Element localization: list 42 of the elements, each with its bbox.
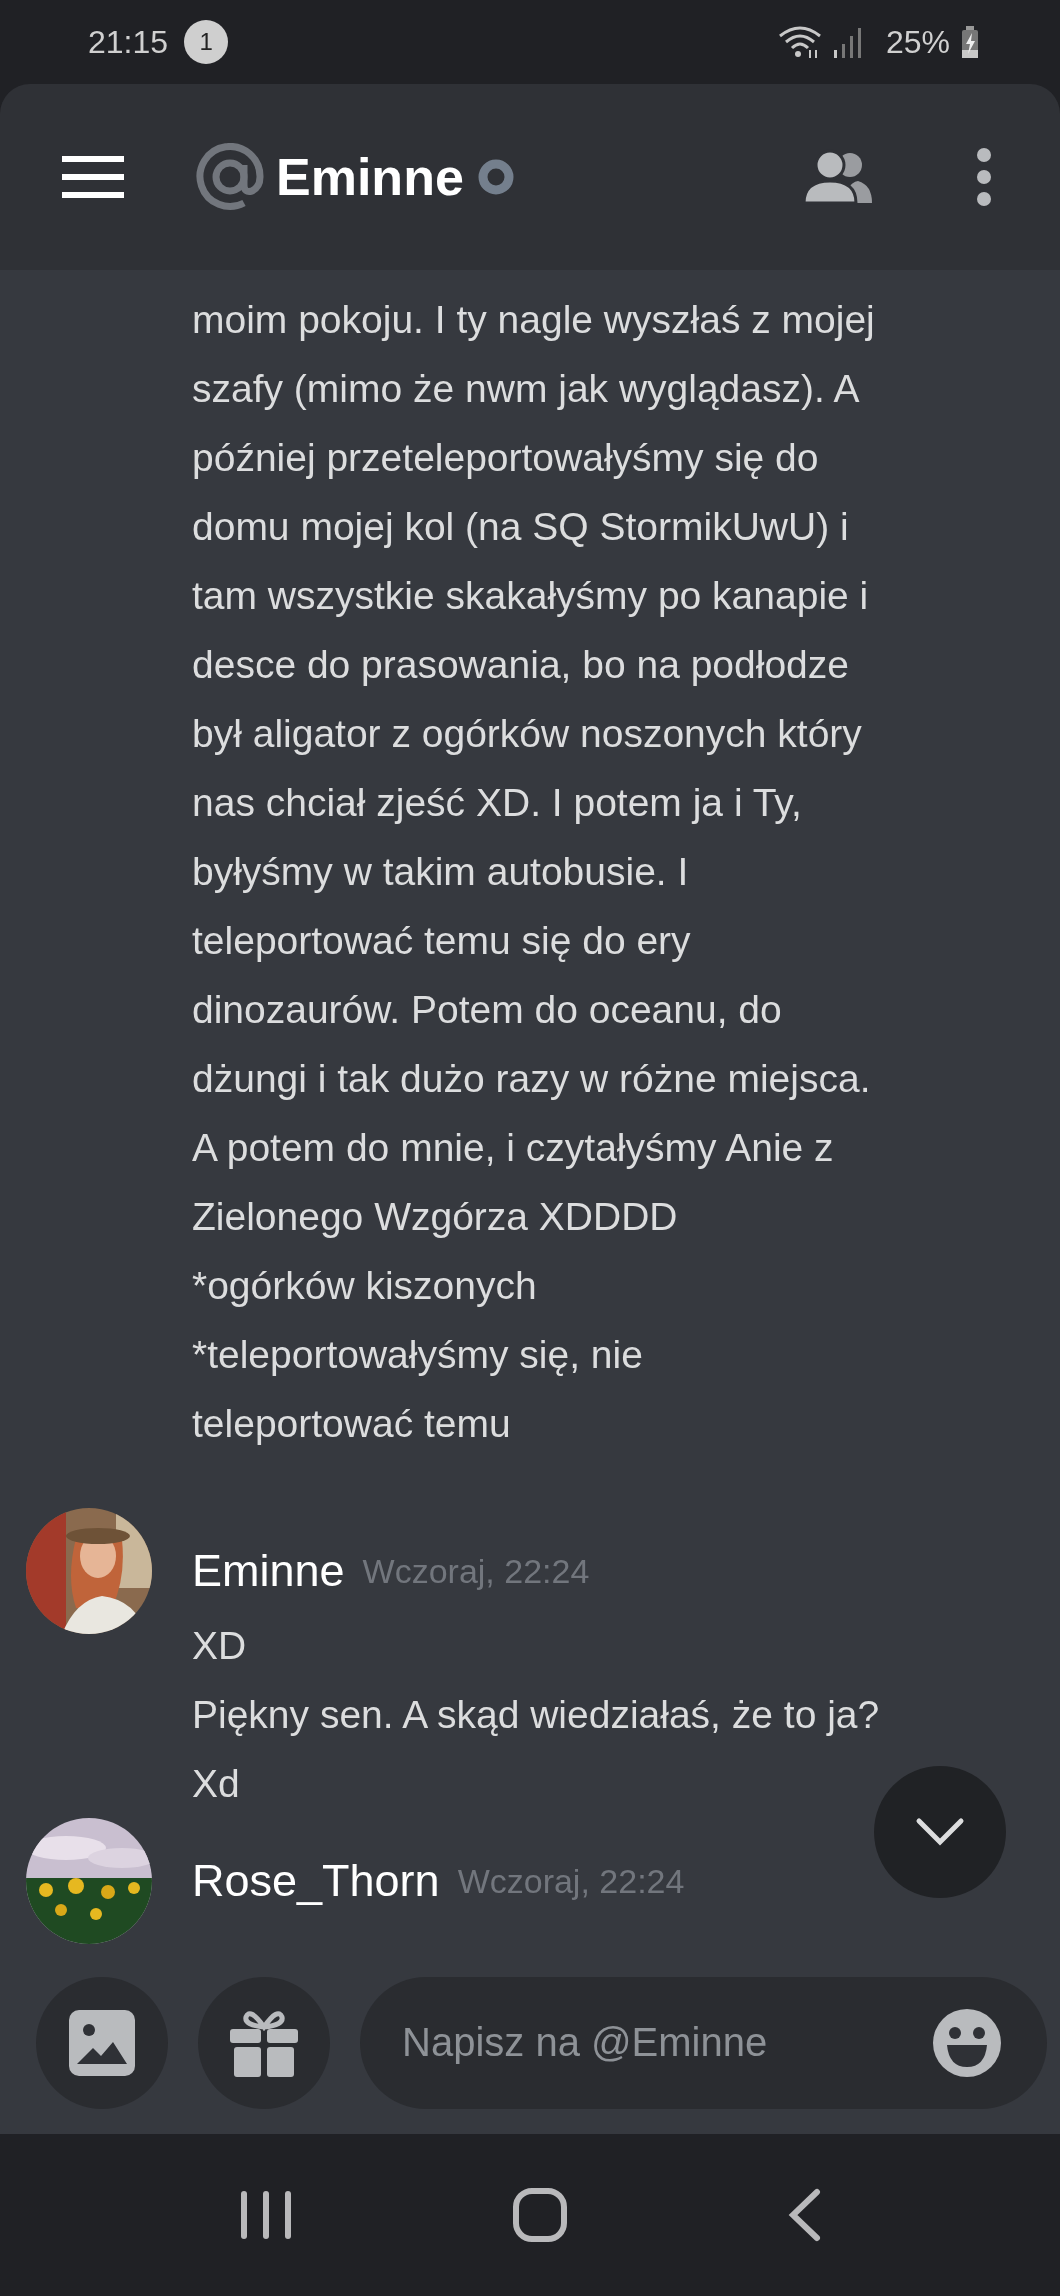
more-options-icon[interactable]	[974, 147, 994, 207]
at-sign-icon	[196, 143, 264, 211]
message-text: A potem do mnie, i czytałyśmy Anie z	[192, 1125, 834, 1171]
recent-apps-icon[interactable]	[239, 2189, 294, 2241]
message-text: Xd	[192, 1761, 240, 1807]
message-text: dżungi i tak dużo razy w różne miejsca.	[192, 1056, 871, 1102]
battery-icon	[960, 24, 980, 60]
message-text: domu mojej kol (na SQ StormikUwU) i	[192, 504, 849, 550]
message-text: tam wszystkie skakałyśmy po kanapie i	[192, 573, 869, 619]
message-text: moim pokoju. I ty nagle wyszłaś z mojej	[192, 297, 875, 343]
author-name[interactable]: Eminne	[192, 1545, 345, 1597]
timestamp: Wczoraj, 22:24	[362, 1551, 590, 1591]
message-text: *ogórków kiszonych	[192, 1263, 537, 1309]
battery-percent: 25%	[885, 23, 950, 61]
chevron-down-icon	[915, 1817, 965, 1847]
message-text: był aligator z ogórków noszonych który	[192, 711, 862, 757]
wifi-icon	[777, 24, 822, 60]
message-text: szafy (mimo że nwm jak wyglądasz). A	[192, 366, 860, 412]
message-text: teleportować temu	[192, 1401, 511, 1447]
back-icon[interactable]	[786, 2188, 821, 2242]
message-input-field[interactable]: Napisz na @Eminne	[360, 1976, 1047, 2109]
message-text: później przeteleportowałyśmy się do	[192, 435, 819, 481]
message-text: desce do prasowania, bo na podłodze	[192, 642, 849, 688]
message-text: Piękny sen. A skąd wiedziałaś, że to ja?	[192, 1692, 880, 1738]
message-text: teleportować temu się do ery	[192, 918, 691, 964]
members-icon[interactable]	[802, 149, 872, 205]
message-text: nas chciał zjeść XD. I potem ja i Ty,	[192, 780, 802, 826]
channel-title: Eminne	[276, 147, 464, 207]
message-text: byłyśmy w takim autobusie. I	[192, 849, 689, 895]
status-time: 21:15	[88, 23, 169, 61]
message-text: *teleportowałyśmy się, nie	[192, 1332, 643, 1378]
timestamp: Wczoraj, 22:24	[457, 1861, 685, 1901]
message-text: XD	[192, 1623, 247, 1669]
message-text: dinozaurów. Potem do oceanu, do	[192, 987, 782, 1033]
author-name[interactable]: Rose_Thorn	[192, 1855, 440, 1907]
emoji-icon[interactable]	[933, 2008, 1001, 2077]
home-icon[interactable]	[512, 2187, 568, 2243]
notification-badge: 1	[184, 20, 229, 64]
menu-icon[interactable]	[62, 154, 124, 200]
gift-icon	[230, 2008, 298, 2077]
message-text: Zielonego Wzgórza XDDDD	[192, 1194, 678, 1240]
image-icon	[69, 2009, 135, 2076]
